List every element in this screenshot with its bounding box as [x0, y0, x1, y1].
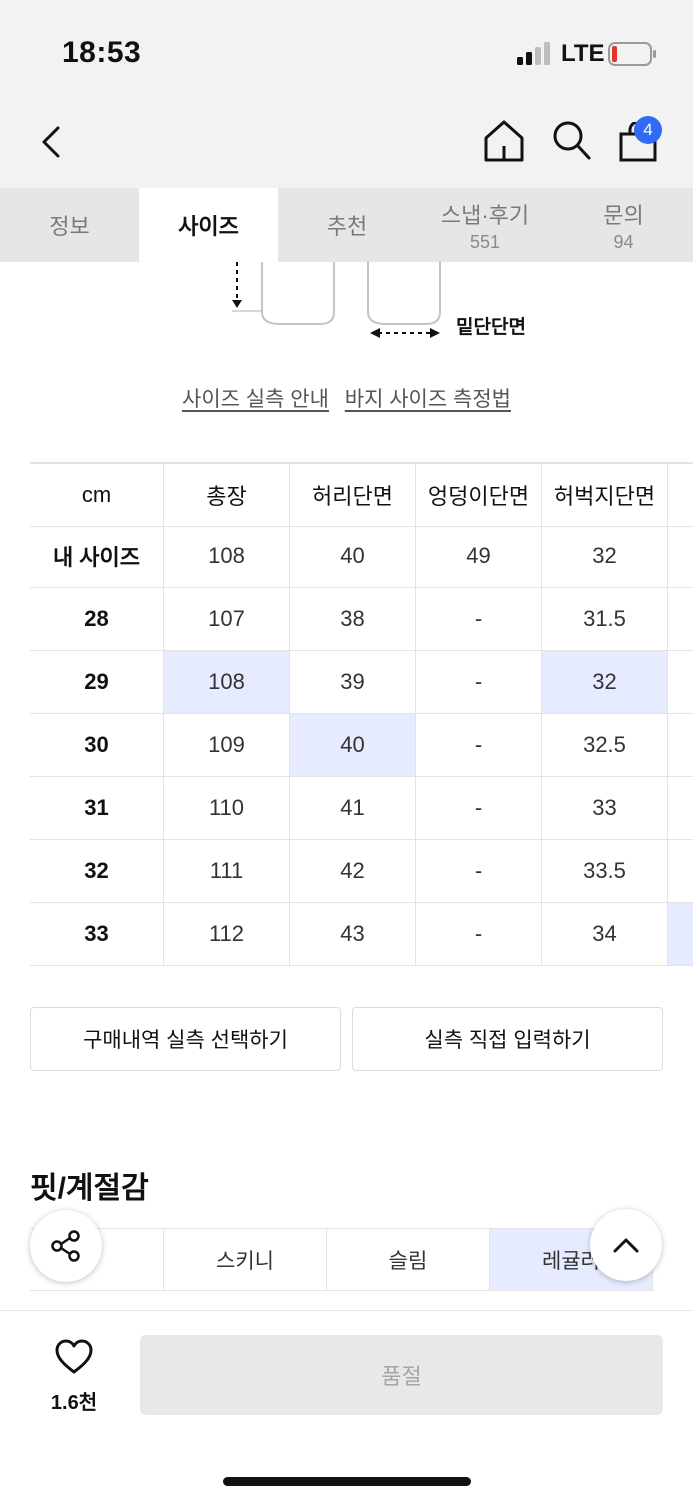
size-guide-links: 사이즈 실측 안내 바지 사이즈 측정법	[0, 383, 693, 413]
table-cell: 29	[30, 651, 164, 714]
share-icon	[51, 1230, 80, 1262]
table-cell: 33.5	[542, 840, 668, 903]
battery-icon	[608, 42, 656, 66]
table-cell: -	[416, 588, 542, 651]
tab-snap-review[interactable]: 스냅·후기 551	[416, 188, 554, 262]
table-cell: 110	[164, 777, 290, 840]
table-header-cell: cm	[30, 464, 164, 527]
table-cell: 38	[290, 588, 416, 651]
table-cell: 28	[30, 588, 164, 651]
cart-count-badge: 4	[634, 116, 662, 144]
table-cell: 32	[542, 525, 668, 588]
table-edge-cell	[668, 651, 693, 714]
table-cell: 내 사이즈	[30, 525, 164, 588]
table-cell: 34	[542, 903, 668, 966]
pants-measure-method-link[interactable]: 바지 사이즈 측정법	[345, 388, 511, 411]
tab-recommend[interactable]: 추천	[278, 188, 416, 262]
table-cell: 112	[164, 903, 290, 966]
home-icon[interactable]	[482, 118, 526, 164]
table-cell: 33	[30, 903, 164, 966]
like-count: 1.6천	[50, 1392, 98, 1414]
tab-label: 정보	[49, 214, 90, 239]
tab-info[interactable]: 정보	[0, 188, 139, 262]
table-cell: -	[416, 651, 542, 714]
table-edge-cell	[668, 840, 693, 903]
scroll-top-button[interactable]	[590, 1209, 662, 1281]
product-tabs: 정보 사이즈 추천 스냅·후기 551 문의 94	[0, 188, 693, 262]
table-cell: 30	[30, 714, 164, 777]
table-cell: 42	[290, 840, 416, 903]
table-cell: 41	[290, 777, 416, 840]
table-cell: 43	[290, 903, 416, 966]
tab-size[interactable]: 사이즈	[139, 188, 278, 262]
table-cell: -	[416, 714, 542, 777]
table-cell: 40	[290, 525, 416, 588]
tab-inquiry[interactable]: 문의 94	[554, 188, 693, 262]
status-time: 18:53	[62, 36, 142, 69]
tab-label: 추천	[326, 214, 368, 239]
table-edge-cell	[668, 525, 693, 588]
table-cell: -	[416, 903, 542, 966]
table-row: 33 112 43 - 34	[30, 903, 693, 966]
signal-icon	[517, 42, 550, 65]
tab-count: 94	[613, 231, 634, 252]
table-row: 28 107 38 - 31.5	[30, 588, 693, 651]
tab-label: 문의	[603, 202, 644, 228]
table-cell: 49	[416, 525, 542, 588]
table-header-cell: 총장	[164, 464, 290, 527]
tab-label: 스냅·후기	[440, 202, 530, 228]
table-cell: 31.5	[542, 588, 668, 651]
purchase-history-measure-button[interactable]: 구매내역 실측 선택하기	[30, 1007, 341, 1071]
share-button[interactable]	[30, 1210, 102, 1282]
table-row: 30 109 40 - 32.5	[30, 714, 693, 777]
heart-icon	[55, 1339, 93, 1374]
search-icon[interactable]	[550, 118, 592, 162]
network-label: LTE	[561, 40, 605, 67]
home-indicator	[223, 1477, 471, 1486]
table-cell: 33	[542, 777, 668, 840]
top-navigation: 4	[0, 100, 693, 188]
table-header-cell: 엉덩이단면	[416, 464, 542, 527]
table-cell: 39	[290, 651, 416, 714]
like-button[interactable]: 1.6천	[44, 1339, 104, 1415]
table-cell: -	[416, 777, 542, 840]
fit-option-skinny: 스키니	[164, 1228, 327, 1291]
table-cell: 31	[30, 777, 164, 840]
table-cell: -	[416, 840, 542, 903]
chevron-up-icon	[613, 1238, 639, 1253]
table-row: 내 사이즈 108 40 49 32	[30, 525, 693, 588]
soldout-button[interactable]: 품절	[140, 1335, 663, 1415]
table-cell: 107	[164, 588, 290, 651]
manual-measure-input-button[interactable]: 실측 직접 입력하기	[352, 1007, 663, 1071]
bottom-action-bar: 1.6천 품절	[0, 1310, 693, 1500]
table-header-cell: 허벅지단면	[542, 464, 668, 527]
table-cell: 109	[164, 714, 290, 777]
size-table: cm 총장 허리단면 엉덩이단면 허벅지단면 내 사이즈 108 40 49 3…	[30, 462, 693, 966]
table-cell-highlighted: 40	[290, 714, 416, 777]
fit-option-slim: 슬림	[327, 1228, 490, 1291]
table-cell: 108	[164, 525, 290, 588]
diagram-label-hem: 밑단단면	[456, 317, 526, 338]
table-cell-highlighted: 108	[164, 651, 290, 714]
table-header-row: cm 총장 허리단면 엉덩이단면 허벅지단면	[30, 462, 693, 527]
table-row: 29 108 39 - 32	[30, 651, 693, 714]
table-edge-cell	[668, 464, 693, 527]
table-edge-cell-highlighted	[668, 903, 693, 966]
table-edge-cell	[668, 588, 693, 651]
tab-count: 551	[469, 231, 501, 252]
table-row: 32 111 42 - 33.5	[30, 840, 693, 903]
table-header-cell: 허리단면	[290, 464, 416, 527]
table-cell-highlighted: 32	[542, 651, 668, 714]
table-edge-cell	[668, 777, 693, 840]
back-arrow-icon[interactable]	[36, 120, 72, 164]
tab-label: 사이즈	[178, 214, 239, 239]
table-row: 31 110 41 - 33	[30, 777, 693, 840]
table-cell: 32.5	[542, 714, 668, 777]
table-edge-cell	[668, 714, 693, 777]
size-measure-guide-link[interactable]: 사이즈 실측 안내	[182, 388, 329, 411]
table-cell: 32	[30, 840, 164, 903]
table-cell: 111	[164, 840, 290, 903]
status-bar: 18:53 LTE	[0, 0, 693, 100]
fit-season-title: 핏/계절감	[30, 1172, 149, 1205]
